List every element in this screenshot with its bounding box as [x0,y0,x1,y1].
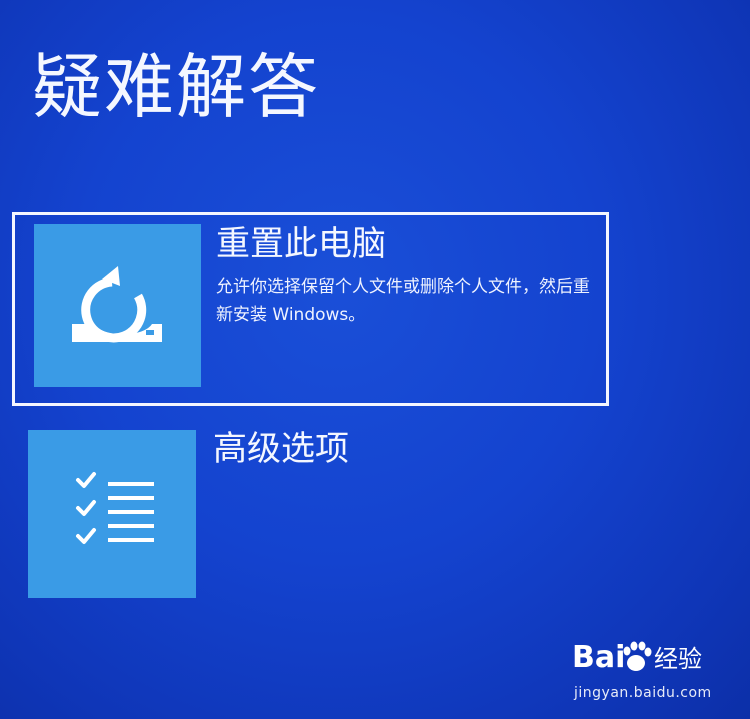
checklist-icon [76,472,154,544]
watermark-url: jingyan.baidu.com [574,685,712,701]
reset-pc-title: 重置此电脑 [216,224,386,264]
advanced-options-option[interactable]: 高级选项 [28,430,588,602]
svg-text:经验: 经验 [654,645,702,673]
reset-pc-description: 允许你选择保留个人文件或删除个人文件，然后重新安装 Windows。 [216,277,590,325]
baidu-paw-logo-icon: Bai 经验 [572,640,702,675]
page-title: 疑难解答 [32,46,320,128]
reset-pc-option[interactable]: 重置此电脑 允许你选择保留个人文件或删除个人文件，然后重新安装 Windows。 [12,212,609,406]
svg-text:Bai: Bai [572,640,625,675]
reset-pc-icon [72,266,162,343]
reset-pc-tile[interactable] [34,224,201,387]
advanced-options-title: 高级选项 [213,429,349,469]
advanced-options-tile[interactable] [28,430,196,598]
baidu-jingyan-watermark: Bai 经验 jingyan.baidu.com [572,633,712,705]
